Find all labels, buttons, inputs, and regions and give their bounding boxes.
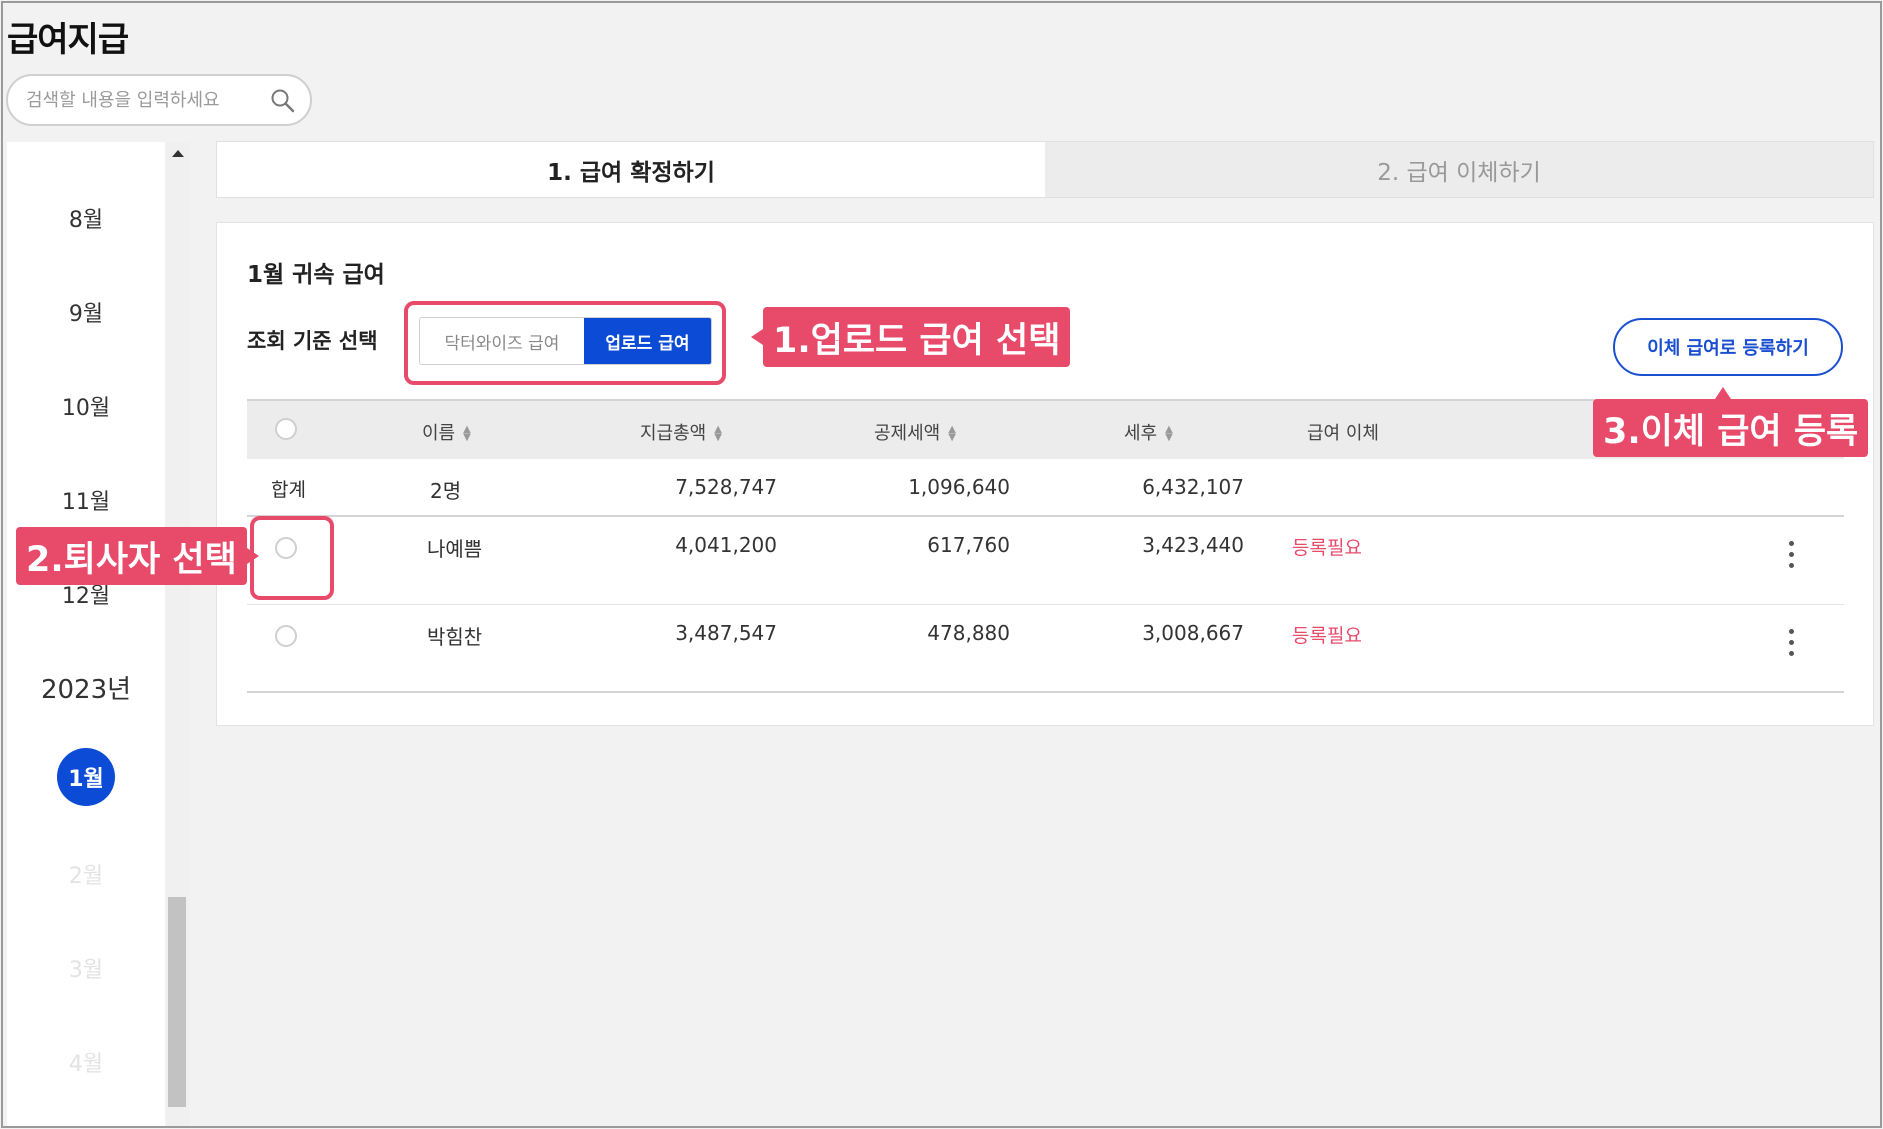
sort-icon[interactable]: ▲ ▼ xyxy=(463,425,471,443)
step-tabs: 1. 급여 확정하기 2. 급여 이체하기 xyxy=(216,141,1874,198)
month-list-scrollbar[interactable] xyxy=(166,142,190,1126)
search-icon[interactable] xyxy=(270,88,296,114)
total-deduction: 1,096,640 xyxy=(908,475,1010,499)
month-item-feb[interactable]: 2월 xyxy=(7,858,165,890)
net-amount: 3,423,440 xyxy=(1142,533,1244,557)
total-gross: 7,528,747 xyxy=(675,475,777,499)
month-list: 8월 9월 10월 11월 12월 2023년 1월 2월 3월 4월 xyxy=(7,142,165,1126)
month-item-mar[interactable]: 3월 xyxy=(7,952,165,984)
header-name-label: 이름 xyxy=(422,423,456,444)
deduction-amount: 478,880 xyxy=(927,621,1010,645)
page-title: 급여지급 xyxy=(7,20,129,60)
header-transfer: 급여 이체 xyxy=(1307,423,1379,444)
search-box[interactable] xyxy=(6,74,312,126)
header-gross[interactable]: 지급총액 ▲ ▼ xyxy=(640,419,722,445)
annotation-step1: 1.업로드 급여 선택 xyxy=(750,307,1071,367)
status-badge: 등록필요 xyxy=(1292,537,1362,559)
annotation-step2: 2.퇴사자 선택 xyxy=(16,527,259,585)
scroll-up-arrow-icon[interactable] xyxy=(172,150,184,157)
month-item-nov[interactable]: 11월 xyxy=(7,484,165,516)
gross-amount: 4,041,200 xyxy=(675,533,777,557)
deduction-amount: 617,760 xyxy=(927,533,1010,557)
month-item-sep[interactable]: 9월 xyxy=(7,296,165,328)
salary-card: 1월 귀속 급여 조회 기준 선택 닥터와이즈 급여 업로드 급여 이체 급여로… xyxy=(216,222,1874,726)
header-deduction-label: 공제세액 xyxy=(874,423,941,444)
employee-name: 나예쁨 xyxy=(427,537,483,561)
table-row[interactable]: 박힘찬 3,487,547 478,880 3,008,667 등록필요 xyxy=(247,605,1844,693)
header-net-label: 세후 xyxy=(1124,423,1158,444)
table-row[interactable]: 나예쁨 4,041,200 617,760 3,423,440 등록필요 xyxy=(247,517,1844,605)
more-vertical-icon[interactable] xyxy=(1789,629,1795,657)
month-item-apr[interactable]: 4월 xyxy=(7,1046,165,1078)
sort-icon[interactable]: ▲ ▼ xyxy=(948,425,956,443)
total-label: 합계 xyxy=(271,479,306,501)
header-deduction[interactable]: 공제세액 ▲ ▼ xyxy=(874,419,956,445)
total-net: 6,432,107 xyxy=(1142,475,1244,499)
month-item-oct[interactable]: 10월 xyxy=(7,390,165,422)
employee-name: 박힘찬 xyxy=(427,625,483,649)
more-vertical-icon[interactable] xyxy=(1789,541,1795,569)
tab-confirm-salary[interactable]: 1. 급여 확정하기 xyxy=(217,142,1045,197)
header-net[interactable]: 세후 ▲ ▼ xyxy=(1124,419,1173,445)
header-name[interactable]: 이름 ▲ ▼ xyxy=(422,419,471,445)
search-input[interactable] xyxy=(26,89,266,111)
annotation-highlight-radio xyxy=(250,516,334,600)
tab-transfer-salary[interactable]: 2. 급여 이체하기 xyxy=(1045,142,1873,197)
register-transfer-button[interactable]: 이체 급여로 등록하기 xyxy=(1613,318,1843,376)
annotation-highlight-toggle xyxy=(404,301,726,385)
filter-label: 조회 기준 선택 xyxy=(247,329,378,353)
annotation-step3: 3.이체 급여 등록 xyxy=(1593,387,1869,457)
month-item-aug[interactable]: 8월 xyxy=(7,202,165,234)
net-amount: 3,008,667 xyxy=(1142,621,1244,645)
select-all-radio[interactable] xyxy=(275,418,297,440)
header-gross-label: 지급총액 xyxy=(640,423,707,444)
year-label: 2023년 xyxy=(40,675,132,705)
sort-icon[interactable]: ▲ ▼ xyxy=(714,425,722,443)
table-total-row: 합계 2명 7,528,747 1,096,640 6,432,107 xyxy=(247,459,1844,517)
scroll-thumb[interactable] xyxy=(168,897,186,1107)
row-select-radio[interactable] xyxy=(275,625,297,647)
total-count: 2명 xyxy=(430,479,462,503)
sort-icon[interactable]: ▲ ▼ xyxy=(1165,425,1173,443)
card-title: 1월 귀속 급여 xyxy=(247,262,385,288)
gross-amount: 3,487,547 xyxy=(675,621,777,645)
month-item-jan-selected[interactable]: 1월 xyxy=(57,748,115,806)
status-badge: 등록필요 xyxy=(1292,625,1362,647)
